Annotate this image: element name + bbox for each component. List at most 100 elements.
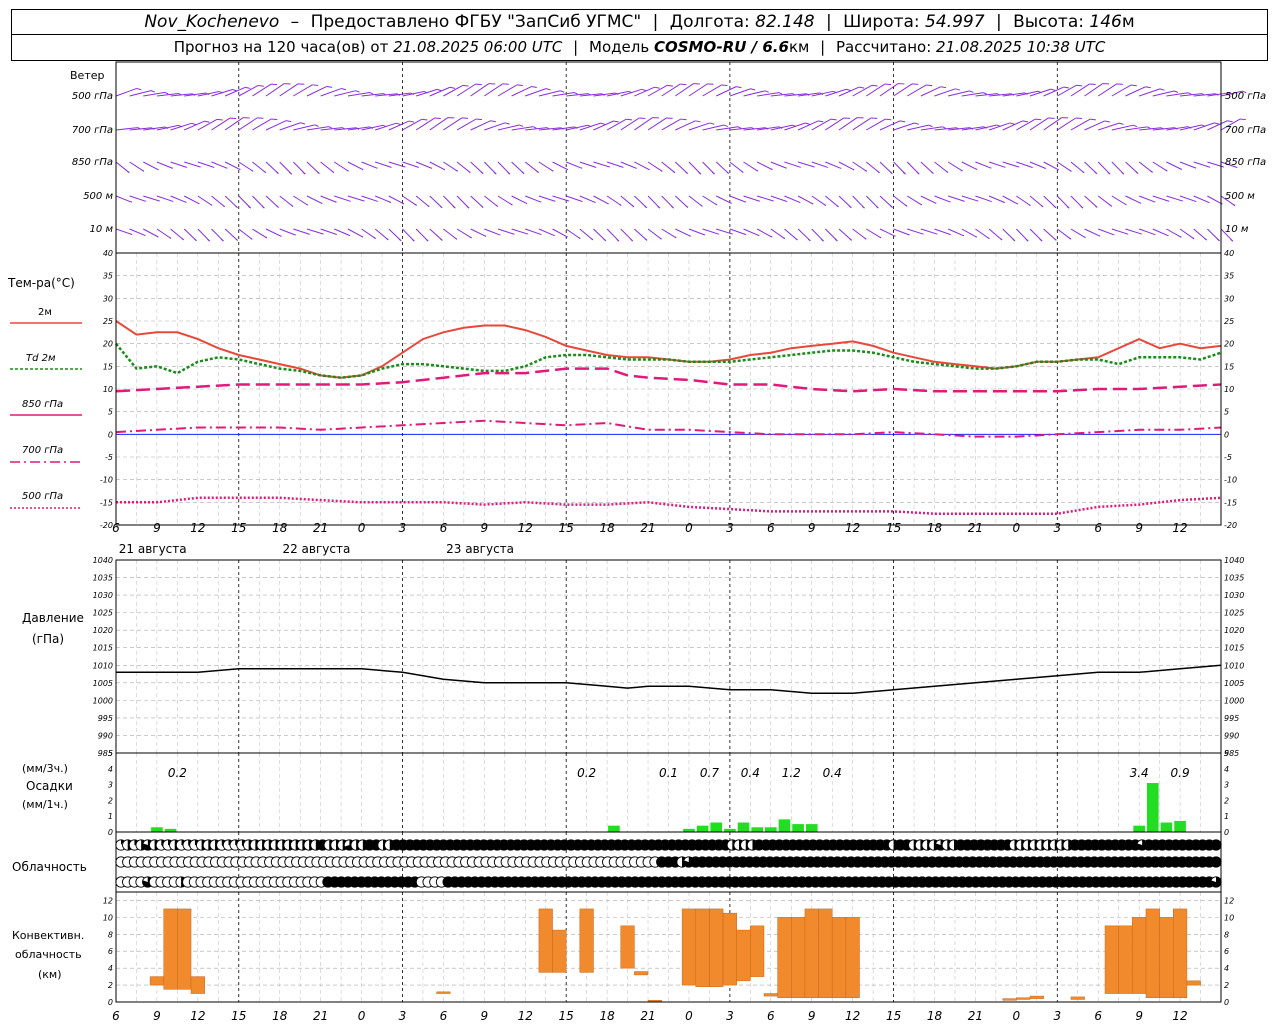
wind-barb-feather: [1099, 235, 1101, 237]
hour-tick-label: 3: [726, 521, 734, 535]
wind-barb: [1207, 195, 1223, 205]
wind-barb-staff: [1016, 195, 1031, 207]
wind-barb-feather: [685, 171, 688, 175]
hour-tick-label: 9: [153, 521, 161, 535]
wind-barb: [292, 161, 306, 175]
wind-barb-staff: [456, 161, 471, 174]
pressure-ytick-left: 1030: [93, 591, 113, 600]
hour-tick-label: 21: [968, 521, 983, 535]
wind-barb: [497, 228, 515, 235]
wind-barb-feather: [807, 238, 811, 242]
precip-ytick-left: 0: [108, 828, 113, 837]
wind-barb: [593, 228, 607, 242]
cloud-circle: [1210, 856, 1222, 868]
wind-barb: [483, 161, 497, 175]
wind-barb-feather: [164, 91, 169, 95]
wind-barb-feather: [750, 88, 756, 91]
wind-barb-staff: [702, 195, 718, 206]
wind-barb-feather: [674, 236, 677, 239]
wind-barb-feather: [280, 235, 282, 237]
precip-bar: [764, 827, 777, 832]
wind-barb: [511, 195, 528, 204]
wind-barb: [674, 195, 689, 208]
wind-barb-feather: [689, 235, 692, 237]
wind-barb: [333, 161, 349, 172]
pressure-ytick-right: 1035: [1224, 574, 1244, 583]
wind-barb-feather: [654, 86, 660, 89]
temp-ytick-right: 20: [1224, 340, 1234, 349]
wind-barb-feather: [644, 238, 648, 241]
wind-barb-staff: [224, 161, 241, 171]
wind-barb: [1179, 161, 1197, 169]
wind-barb: [238, 161, 254, 172]
wind-barb-feather: [885, 118, 892, 121]
wind-barb-feather: [700, 204, 703, 207]
wind-barb-feather: [834, 238, 838, 242]
wind-barb: [306, 161, 320, 175]
wind-barb-staff: [920, 195, 937, 204]
wind-barb-staff: [347, 195, 365, 202]
wind-barb-feather: [852, 168, 855, 171]
wind-barb-staff: [907, 228, 924, 235]
wind-barb-staff: [129, 161, 145, 172]
temp-ytick-left: 20: [103, 340, 113, 349]
wind-barb-feather: [890, 205, 893, 208]
wind-barb-feather: [361, 235, 364, 238]
temp-ytick-left: 40: [103, 249, 113, 258]
wind-barb-feather: [321, 202, 323, 204]
conv-bar: [1029, 995, 1044, 999]
wind-barb: [252, 161, 267, 173]
precip-bar: [696, 825, 709, 832]
wind-barb-feather: [150, 90, 156, 93]
wind-barb-staff: [606, 195, 622, 206]
conv-bar: [722, 912, 737, 986]
conv-ytick-right: 12: [1224, 896, 1234, 905]
wind-barb-feather: [695, 120, 701, 123]
wind-barb-staff: [865, 161, 880, 174]
wind-barb-staff: [770, 228, 786, 240]
day-label: 21 августа: [119, 542, 187, 556]
wind-barb-feather: [877, 170, 880, 174]
hour-tick-label: 21: [313, 1009, 328, 1023]
wind-barb-staff: [484, 83, 503, 97]
wind-barb-feather: [408, 120, 415, 123]
wind-barb-feather: [204, 120, 210, 123]
wind-barb: [1057, 117, 1082, 131]
wind-barb-feather: [560, 90, 565, 93]
wind-barb-feather: [969, 90, 974, 93]
conv-ytick-right: 8: [1224, 930, 1229, 939]
wind-barb-staff: [1179, 228, 1195, 240]
conv-ytick-right: 10: [1224, 913, 1234, 922]
wind-barb-feather: [476, 118, 483, 121]
conv-bar: [1016, 997, 1031, 1000]
conv-bar: [695, 908, 710, 988]
wind-barb-staff: [634, 86, 655, 97]
wind-level-label-left: 10 м: [90, 224, 114, 235]
wind-barb-feather: [1069, 237, 1072, 240]
temp-ytick-right: -15: [1224, 498, 1237, 507]
wind-barb-staff: [920, 228, 938, 235]
pressure-ytick-left: 1010: [93, 661, 113, 670]
wind-barb: [279, 122, 306, 131]
wind-barb-staff: [429, 161, 446, 171]
wind-barb: [1043, 195, 1057, 209]
conv-bar: [177, 908, 192, 990]
wind-barb-staff: [566, 161, 583, 169]
wind-barb: [661, 161, 676, 174]
wind-barb: [279, 228, 297, 236]
wind-barb: [729, 88, 756, 97]
wind-barb: [1111, 228, 1129, 235]
wind-barb-feather: [395, 122, 401, 126]
wind-barb-staff: [716, 195, 732, 204]
temp-ytick-right: 0: [1224, 430, 1229, 439]
wind-barb-staff: [988, 161, 1006, 168]
wind-barb-staff: [893, 195, 908, 207]
wind-barb-feather: [764, 90, 769, 93]
hour-tick-label: 9: [808, 521, 816, 535]
wind-barb: [361, 228, 376, 239]
wind-barb: [1111, 84, 1137, 97]
wind-barb-feather: [317, 171, 320, 175]
wind-barb: [947, 161, 963, 172]
hour-tick-label: 18: [272, 1009, 288, 1023]
wind-barb: [511, 161, 525, 174]
